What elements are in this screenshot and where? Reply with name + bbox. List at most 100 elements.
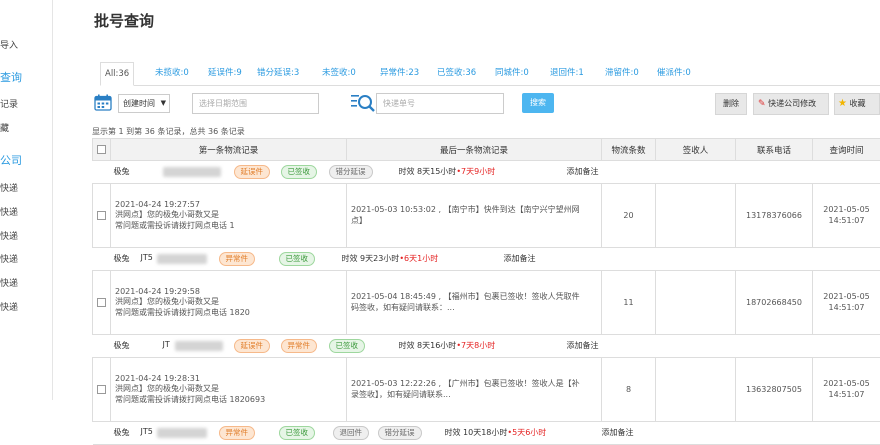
col-first-record: 第一条物流记录 [111, 139, 347, 161]
sidebar-item-import[interactable]: 导入 [0, 38, 50, 51]
table-row[interactable]: 2021-04-24 19:29:58 洪网点】您的极兔小哥数又是 常问题或需投… [93, 271, 880, 335]
edit-courier-button[interactable]: ✎ 快递公司修改 [753, 93, 829, 115]
sidebar-item-courier[interactable]: 快递 [0, 252, 50, 265]
timing-info: 时效 8天16小时•7天8小时 [399, 340, 496, 351]
sidebar-item-courier[interactable]: 快递 [0, 229, 50, 242]
tab-all[interactable]: All:36 [100, 62, 134, 86]
last-record-line: 点】 [351, 216, 597, 227]
row-checkbox[interactable] [97, 211, 106, 220]
date-range-input[interactable]: 选择日期范围 [192, 93, 319, 114]
select-all-cell[interactable] [93, 139, 111, 161]
sidebar-item-courier[interactable]: 快递 [0, 181, 50, 194]
table-group-summary: 极兔 JT5 异常件 已签收 退回件 错分延误 时效 10天18小时•5天6小时… [93, 422, 880, 445]
select-all-checkbox[interactable] [97, 145, 106, 154]
sidebar: 导入 查询 记录 藏 公司 快递 快递 快递 快递 快递 快递 [0, 0, 53, 400]
last-record-line: 2021-05-03 10:53:02 , 【南宁市】快件到达【南宁兴宁望州网 [351, 205, 597, 216]
timing-delay: •6天1小时 [399, 254, 438, 263]
courier-name: 极兔 [114, 427, 130, 438]
star-icon: ★ [838, 98, 847, 109]
calendar-icon [94, 94, 112, 111]
timing-delay: •5天6小时 [507, 428, 546, 437]
last-record-line: 2021-05-04 18:45:49 , 【福州市】包裹已签收！签收人凭取件 [351, 292, 597, 303]
status-badge[interactable]: 异常件 [281, 339, 318, 353]
courier-name: 极兔 [114, 166, 130, 177]
add-note-link[interactable]: 添加备注 [567, 340, 599, 351]
favorite-label: 收藏 [850, 99, 866, 108]
row-select-cell[interactable] [93, 271, 111, 335]
tab-returned[interactable]: 退回件:1 [546, 62, 588, 86]
last-record-line: 录签收】，如有疑问请联系... [351, 390, 597, 401]
table-row[interactable]: 2021-04-24 19:27:57 洪网点】您的极兔小哥数又是 常问题或需投… [93, 184, 880, 248]
tracking-number-input[interactable]: 快递单号 [376, 93, 504, 114]
status-badge[interactable]: 延误件 [234, 165, 271, 179]
tab-delayed[interactable]: 延误件:9 [204, 62, 246, 86]
sidebar-item-courier[interactable]: 快递 [0, 300, 50, 313]
record-count-info: 显示第 1 到第 36 条记录，总共 36 条记录 [92, 126, 245, 137]
status-badge[interactable]: 异常件 [219, 252, 256, 266]
record-count-cell: 20 [602, 184, 656, 248]
tab-not-collected[interactable]: 未揽收:0 [151, 62, 193, 86]
tab-signed[interactable]: 已签收:36 [433, 62, 480, 86]
tab-urge-delivery[interactable]: 催派件:0 [653, 62, 695, 86]
query-clock: 14:51:07 [817, 303, 876, 314]
status-badge[interactable]: 错分延误 [329, 165, 373, 179]
phone-cell: 18702668450 [736, 271, 813, 335]
table-row[interactable]: 2021-04-24 19:28:31 洪网点】您的极兔小哥数又是 常问题或需投… [93, 358, 880, 422]
tab-same-city[interactable]: 同城件:0 [491, 62, 533, 86]
col-signer: 签收人 [656, 139, 736, 161]
search-button[interactable]: 搜索 [522, 93, 554, 113]
row-select-cell[interactable] [93, 358, 111, 422]
row-checkbox[interactable] [97, 298, 106, 307]
timing-duration: 时效 8天16小时 [399, 341, 457, 350]
first-record-line: 2021-04-24 19:28:31 [115, 374, 342, 385]
first-record-line: 洪网点】您的极兔小哥数又是 [115, 297, 342, 308]
courier-name: 极兔 [114, 253, 130, 264]
status-badge[interactable]: 延误件 [234, 339, 271, 353]
tab-missort-delay[interactable]: 错分延误:3 [253, 62, 303, 86]
row-checkbox[interactable] [97, 385, 106, 394]
record-count-cell: 11 [602, 271, 656, 335]
tab-stranded[interactable]: 滞留件:0 [601, 62, 643, 86]
sidebar-section-company[interactable]: 公司 [0, 152, 50, 168]
status-badge[interactable]: 退回件 [333, 426, 370, 440]
add-note-link[interactable]: 添加备注 [504, 253, 536, 264]
favorite-button[interactable]: ★ 收藏 [834, 93, 880, 115]
row-select-cell[interactable] [93, 184, 111, 248]
status-badge[interactable]: 已签收 [329, 339, 366, 353]
query-date: 2021-05-05 [817, 205, 876, 216]
first-record-line: 2021-04-24 19:29:58 [115, 287, 342, 298]
sidebar-item-courier[interactable]: 快递 [0, 205, 50, 218]
last-record-cell: 2021-05-04 18:45:49 , 【福州市】包裹已签收！签收人凭取件 … [347, 271, 602, 335]
courier-name: 极兔 [114, 340, 130, 351]
signer-cell [656, 271, 736, 335]
table-group-summary: 极兔 JT 延误件 异常件 已签收 时效 8天16小时•7天8小时 添加备注 [93, 335, 880, 358]
tracking-number-redacted [163, 167, 221, 177]
status-badge[interactable]: 已签收 [281, 165, 318, 179]
status-badge[interactable]: 错分延误 [378, 426, 422, 440]
sidebar-item-records[interactable]: 记录 [0, 97, 50, 110]
table-header-row: 第一条物流记录 最后一条物流记录 物流条数 签收人 联系电话 查询时间 [93, 139, 880, 161]
timing-info: 时效 10天18小时•5天6小时 [445, 427, 547, 438]
query-clock: 14:51:07 [817, 216, 876, 227]
status-badge[interactable]: 已签收 [279, 252, 316, 266]
last-record-cell: 2021-05-03 10:53:02 , 【南宁市】快件到达【南宁兴宁望州网 … [347, 184, 602, 248]
sidebar-section-query[interactable]: 查询 [0, 69, 50, 85]
status-tabs: All:36 未揽收:0 延误件:9 错分延误:3 未签收:0 异常件:23 已… [100, 62, 880, 86]
toolbar: 创建时间 ▼ 选择日期范围 快递单号 搜索 删除 ✎ 快递公司修改 ★ 收藏 [92, 92, 880, 118]
query-time-cell: 2021-05-05 14:51:07 [813, 184, 880, 248]
timing-info: 时效 9天23小时•6天1小时 [342, 253, 439, 264]
add-note-link[interactable]: 添加备注 [602, 427, 634, 438]
signer-cell [656, 184, 736, 248]
first-record-line: 常问题或需投诉请拨打网点电话 1820 [115, 308, 342, 319]
delete-button[interactable]: 删除 [715, 93, 747, 115]
sidebar-item-favorites[interactable]: 藏 [0, 121, 50, 134]
add-note-link[interactable]: 添加备注 [567, 166, 599, 177]
sidebar-item-courier[interactable]: 快递 [0, 276, 50, 289]
tab-not-signed[interactable]: 未签收:0 [318, 62, 360, 86]
tab-abnormal[interactable]: 异常件:23 [376, 62, 423, 86]
date-type-select[interactable]: 创建时间 ▼ [118, 94, 170, 113]
timing-delay: •7天9小时 [456, 167, 495, 176]
status-badge[interactable]: 已签收 [279, 426, 316, 440]
phone-cell: 13178376066 [736, 184, 813, 248]
status-badge[interactable]: 异常件 [219, 426, 256, 440]
